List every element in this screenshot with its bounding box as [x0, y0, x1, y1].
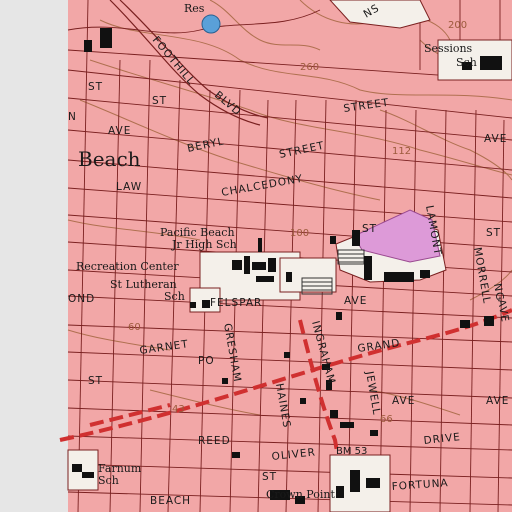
place-label-sessions: Sessions: [424, 42, 473, 55]
reservoir: [201, 14, 221, 34]
place-label-res: Res: [184, 2, 205, 15]
street-label-reed: REED: [198, 435, 231, 447]
place-label-sessions-sch: Sch: [456, 56, 477, 69]
street-label-st-right: ST: [486, 227, 501, 239]
place-label-lutheran-sch: Sch: [164, 290, 185, 303]
elev-100: 100: [290, 228, 309, 239]
elev-60: 60: [128, 322, 141, 333]
street-label-ave-rt: AVE: [484, 133, 507, 145]
elev-260: 260: [300, 62, 319, 73]
street-label-ave-low: AVE: [392, 395, 415, 407]
elev-112: 112: [392, 146, 411, 157]
street-label-law: LAW: [116, 181, 142, 193]
street-label-st-left3: ST: [88, 375, 103, 387]
street-label-beach: BEACH: [150, 495, 191, 507]
elev-66: 66: [380, 414, 393, 425]
map-stage: 100 112 260 200 60 43 66 BM 53 FOOTHILL …: [0, 0, 512, 512]
street-label-ave-right: AVE: [486, 395, 509, 407]
place-label-beach: Beach: [78, 147, 141, 171]
elev-200: 200: [448, 20, 467, 31]
street-label-st-mid: ST: [362, 223, 377, 235]
street-label-st-left: ST: [88, 81, 103, 93]
street-label-ave-mid: AVE: [344, 295, 367, 307]
street-label-ave-left: AVE: [108, 125, 131, 137]
street-label-st-mid2: ST: [262, 471, 277, 483]
benchmark-label: BM 53: [336, 446, 367, 457]
place-label-farnum-sch: Sch: [98, 474, 119, 487]
topographic-map[interactable]: 100 112 260 200 60 43 66 BM 53 FOOTHILL …: [0, 0, 512, 512]
place-label-jr-high-sch: Jr High Sch: [171, 238, 237, 251]
street-label-po: PO: [198, 355, 215, 367]
place-label-crown-point: Crown Point: [266, 488, 335, 501]
street-label-n: N: [68, 111, 77, 123]
place-label-recreation-center: Recreation Center: [76, 260, 179, 273]
elev-43: 43: [172, 404, 185, 415]
street-label-st-left2: ST: [152, 95, 167, 107]
street-label-felspar: FELSPAR: [210, 297, 262, 309]
street-label-ond: OND: [68, 293, 95, 305]
